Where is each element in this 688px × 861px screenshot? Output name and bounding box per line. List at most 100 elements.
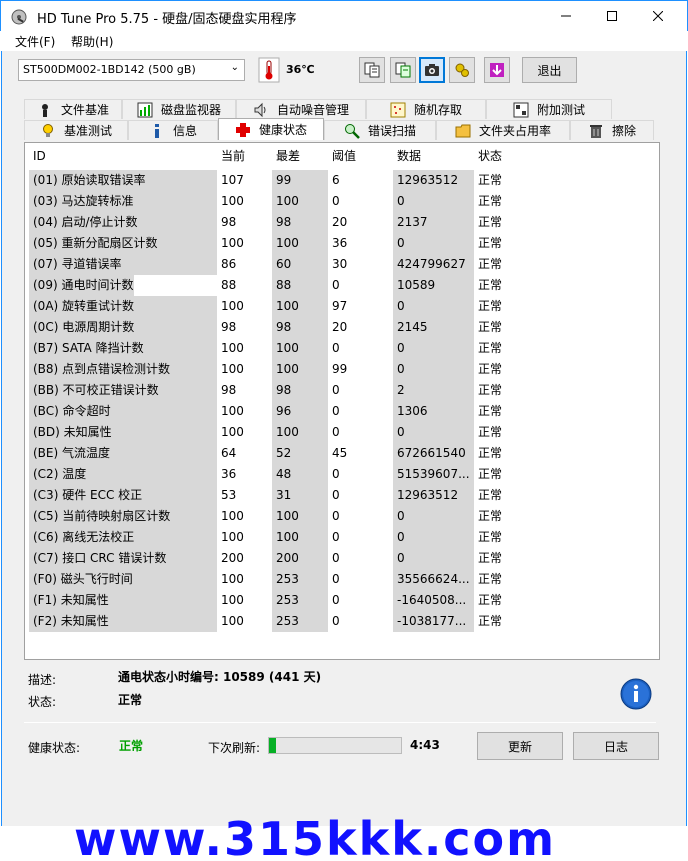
minimize-button[interactable] <box>543 1 589 31</box>
table-row[interactable]: (03) 马达旋转标准 100 100 0 0 正常 <box>29 191 538 212</box>
table-cell: 正常 <box>478 614 503 628</box>
tab-erase[interactable]: 擦除 <box>570 120 654 140</box>
table-cell: 正常 <box>478 593 503 607</box>
table-cell: (BD) 未知属性 <box>29 422 217 443</box>
table-row[interactable]: (09) 通电时间计数 88 88 0 10589 正常 <box>29 275 538 296</box>
copy-text-button[interactable] <box>359 57 385 83</box>
table-cell: (07) 寻道错误率 <box>29 254 217 275</box>
table-cell: (C2) 温度 <box>29 464 217 485</box>
copy-icon <box>364 62 380 78</box>
table-cell: 100 <box>221 593 244 607</box>
tab-row-bottom: 基准测试 信息 健康状态 错误扫描 文件夹占用率 擦除 <box>24 118 654 140</box>
table-row[interactable]: (BD) 未知属性 100 100 0 0 正常 <box>29 422 538 443</box>
tab-extra-tests[interactable]: 附加测试 <box>486 99 612 119</box>
tab-label: 附加测试 <box>536 103 585 117</box>
table-row[interactable]: (0A) 旋转重试计数 100 100 97 0 正常 <box>29 296 538 317</box>
tab-random-access[interactable]: 随机存取 <box>366 99 486 119</box>
speaker-icon <box>254 102 266 117</box>
exit-button[interactable]: 退出 <box>522 57 577 83</box>
separator <box>24 722 656 723</box>
table-row[interactable]: (BE) 气流温度 64 52 45 672661540 正常 <box>29 443 538 464</box>
table-cell: 35566624... <box>393 569 474 590</box>
table-cell: 正常 <box>478 362 503 376</box>
camera-icon <box>425 64 439 76</box>
table-cell: 100 <box>221 341 244 355</box>
table-row[interactable]: (01) 原始读取错误率 107 99 6 12963512 正常 <box>29 170 538 191</box>
table-cell: 100 <box>272 233 328 254</box>
menu-help[interactable]: 帮助(H) <box>71 33 113 50</box>
table-row[interactable]: (BC) 命令超时 100 96 0 1306 正常 <box>29 401 538 422</box>
tab-file-benchmark[interactable]: 文件基准 <box>24 99 122 119</box>
options-button[interactable] <box>449 57 475 83</box>
screenshot-button[interactable] <box>419 57 445 83</box>
table-cell: 0 <box>332 614 340 628</box>
save-button[interactable] <box>484 57 510 83</box>
table-cell: 12963512 <box>393 485 474 506</box>
lightbulb-icon <box>42 123 53 137</box>
tab-benchmark[interactable]: 基准测试 <box>24 120 128 140</box>
column-header[interactable]: 当前 <box>217 146 272 167</box>
drive-select[interactable]: ST500DM002-1BD142 (500 gB) ⌄ <box>18 59 245 81</box>
extra-tests-icon <box>513 102 529 117</box>
random-access-icon <box>390 102 406 117</box>
table-cell: (C3) 硬件 ECC 校正 <box>29 485 217 506</box>
table-cell: 100 <box>272 359 328 380</box>
tab-disk-monitor[interactable]: 磁盘监视器 <box>122 99 236 119</box>
watermark-text: www.315kkk.com <box>74 812 557 861</box>
column-header[interactable]: 数据 <box>393 146 474 167</box>
table-cell: 0 <box>332 530 340 544</box>
tab-error-scan[interactable]: 错误扫描 <box>324 120 436 140</box>
smart-table[interactable]: ID 当前 最差 阈值 数据 状态 (01) 原始读取错误率 107 99 6 12963512 正常… <box>24 142 660 660</box>
table-cell: 98 <box>272 212 328 233</box>
table-row[interactable]: (07) 寻道错误率 86 60 30 424799627 正常 <box>29 254 538 275</box>
table-row[interactable]: (C7) 接口 CRC 错误计数 200 200 0 0 正常 <box>29 548 538 569</box>
tab-info[interactable]: 信息 <box>128 120 218 140</box>
table-cell: 20 <box>332 320 348 334</box>
table-row[interactable]: (C6) 离线无法校正 100 100 0 0 正常 <box>29 527 538 548</box>
table-cell: 100 <box>221 530 244 544</box>
table-cell: 正常 <box>478 488 503 502</box>
table-cell: (0C) 电源周期计数 <box>29 317 217 338</box>
table-row[interactable]: (F1) 未知属性 100 253 0 -1640508... 正常 <box>29 590 538 611</box>
table-cell: 100 <box>221 194 244 208</box>
copy-all-button[interactable] <box>390 57 416 83</box>
window-title: HD Tune Pro 5.75 - 硬盘/固态硬盘实用程序 <box>37 12 297 27</box>
info-circle-icon[interactable] <box>620 678 652 710</box>
table-cell: 0 <box>332 593 340 607</box>
close-button[interactable] <box>635 1 681 31</box>
menu-file[interactable]: 文件(F) <box>15 33 55 50</box>
tab-label: 错误扫描 <box>367 124 416 138</box>
table-row[interactable]: (B7) SATA 降挡计数 100 100 0 0 正常 <box>29 338 538 359</box>
tab-label: 信息 <box>172 124 197 138</box>
table-cell: 0 <box>393 338 474 359</box>
refresh-button[interactable]: 更新 <box>477 732 563 760</box>
tab-row-top: 文件基准 磁盘监视器 自动噪音管理 随机存取 附加测试 <box>24 99 612 119</box>
table-cell: 0 <box>332 425 340 439</box>
table-cell: 正常 <box>478 404 503 418</box>
column-header[interactable]: ID <box>29 146 217 167</box>
table-row[interactable]: (F2) 未知属性 100 253 0 -1038177... 正常 <box>29 611 538 632</box>
table-row[interactable]: (0C) 电源周期计数 98 98 20 2145 正常 <box>29 317 538 338</box>
table-cell: 0 <box>393 359 474 380</box>
table-row[interactable]: (BB) 不可校正错误计数 98 98 0 2 正常 <box>29 380 538 401</box>
log-button[interactable]: 日志 <box>573 732 659 760</box>
table-cell: 30 <box>332 257 348 271</box>
tab-aam[interactable]: 自动噪音管理 <box>236 99 366 119</box>
table-row[interactable]: (B8) 点到点错误检测计数 100 100 99 0 正常 <box>29 359 538 380</box>
column-header[interactable]: 状态 <box>474 146 538 167</box>
maximize-button[interactable] <box>589 1 635 31</box>
table-row[interactable]: (C3) 硬件 ECC 校正 53 31 0 12963512 正常 <box>29 485 538 506</box>
table-row[interactable]: (F0) 磁头飞行时间 100 253 0 35566624... 正常 <box>29 569 538 590</box>
tab-health[interactable]: 健康状态 <box>218 118 324 140</box>
table-cell: 100 <box>272 296 328 317</box>
column-header[interactable]: 最差 <box>272 146 328 167</box>
tab-folder-usage[interactable]: 文件夹占用率 <box>436 120 570 140</box>
drive-select-value: ST500DM002-1BD142 (500 gB) <box>23 63 196 76</box>
table-row[interactable]: (C5) 当前待映射扇区计数 100 100 0 0 正常 <box>29 506 538 527</box>
table-row[interactable]: (04) 启动/停止计数 98 98 20 2137 正常 <box>29 212 538 233</box>
column-header[interactable]: 阈值 <box>328 146 393 167</box>
table-cell: (04) 启动/停止计数 <box>29 212 217 233</box>
table-cell: 200 <box>221 551 244 565</box>
table-row[interactable]: (05) 重新分配扇区计数 100 100 36 0 正常 <box>29 233 538 254</box>
table-row[interactable]: (C2) 温度 36 48 0 51539607... 正常 <box>29 464 538 485</box>
